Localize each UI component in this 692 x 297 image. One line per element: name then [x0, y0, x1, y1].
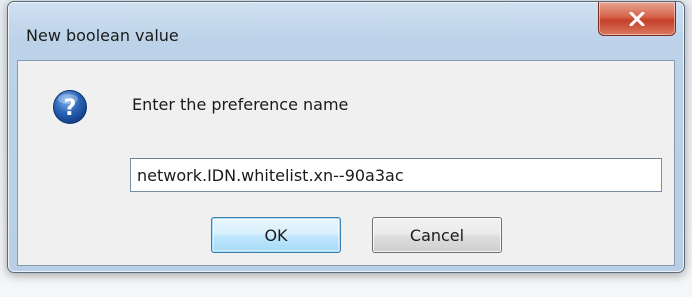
ok-button[interactable]: OK	[211, 217, 341, 253]
prompt-label: Enter the preference name	[132, 95, 349, 114]
dialog-body: ? Enter the preference name OK Cancel	[17, 60, 675, 266]
preference-name-input[interactable]	[130, 158, 662, 192]
svg-text:?: ?	[64, 96, 77, 121]
question-icon: ?	[53, 90, 87, 124]
dialog-window: New boolean value ? Enter the preference…	[7, 1, 685, 273]
cancel-button[interactable]: Cancel	[372, 217, 502, 253]
title-bar[interactable]: New boolean value	[8, 2, 684, 58]
window-title: New boolean value	[26, 26, 179, 45]
close-button[interactable]	[598, 2, 676, 36]
close-icon	[629, 11, 645, 26]
